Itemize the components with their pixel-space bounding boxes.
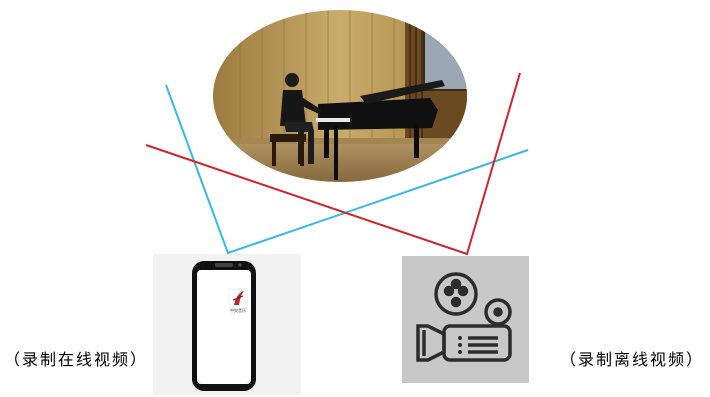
diagram-canvas: 中央音乐 (145, 10, 529, 395)
app-logo-icon (228, 288, 248, 310)
offline-video-caption: （录制离线视频） (560, 350, 705, 369)
smartphone-icon (192, 261, 256, 391)
piano-performance-photo (213, 10, 467, 182)
online-video-caption: （录制在线视频） (4, 350, 149, 369)
phone-app-label: 中央音乐 (230, 307, 246, 313)
